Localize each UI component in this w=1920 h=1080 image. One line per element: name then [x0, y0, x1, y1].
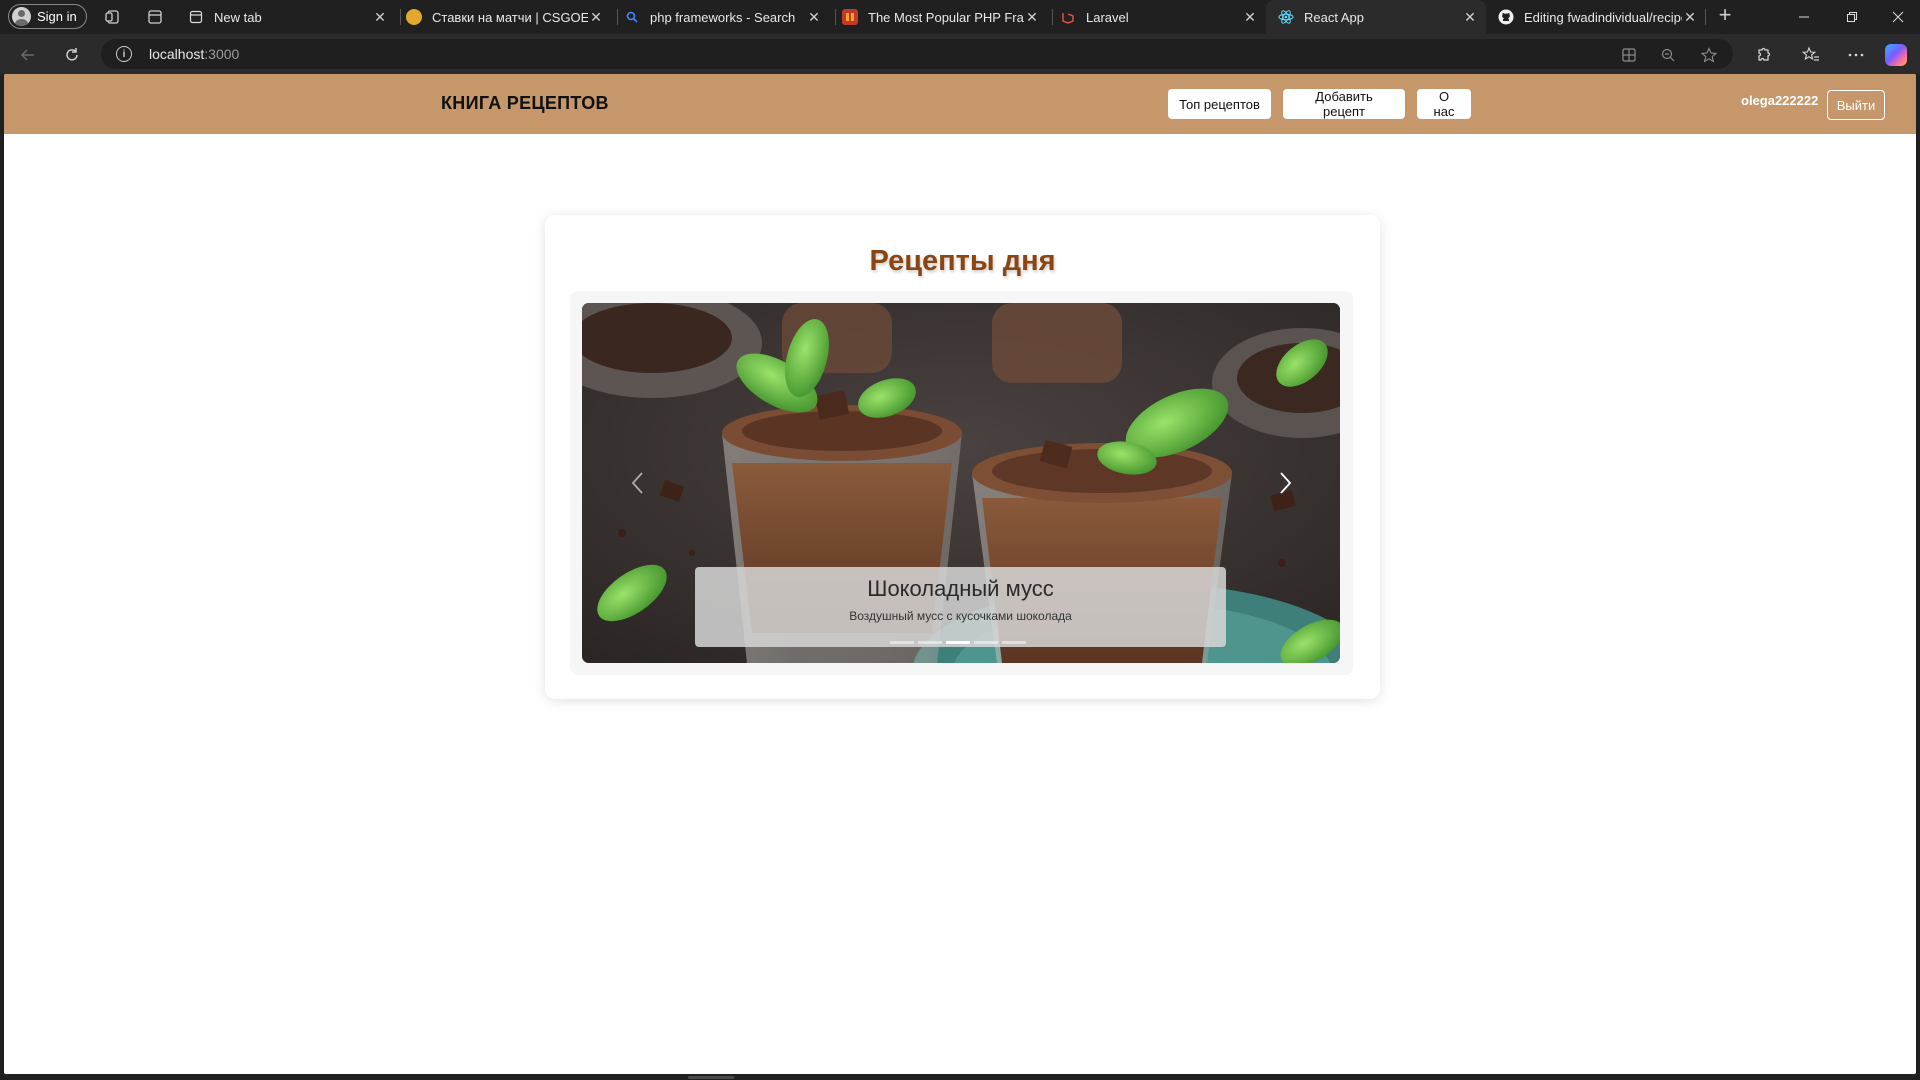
browser-tab-github[interactable]: Editing fwadindividual/recipe ✕ [1486, 0, 1706, 34]
logout-button[interactable]: Выйти [1827, 90, 1885, 120]
tab-label: Ставки на матчи | CSGOEmpire [432, 9, 588, 25]
close-icon[interactable]: ✕ [806, 9, 822, 26]
app-available-icon[interactable] [1619, 45, 1639, 65]
recipes-of-the-day-card: Рецепты дня Шоколадный мусс Воздушный му… [545, 215, 1380, 699]
page-icon [188, 9, 204, 25]
app-header: КНИГА РЕЦЕПТОВ Топ рецептов Добавить рец… [4, 74, 1916, 134]
tab-label: php frameworks - Search [650, 9, 796, 25]
tab-label: React App [1304, 9, 1364, 25]
tab-actions-icon[interactable] [145, 7, 165, 27]
tab-label: Laravel [1086, 9, 1129, 25]
search-icon [624, 9, 640, 25]
url-text: localhost:3000 [149, 46, 240, 62]
carousel-indicators [890, 641, 1026, 644]
window-bottom-edge [0, 1074, 1920, 1080]
close-window-icon[interactable] [1876, 0, 1920, 34]
browser-tab-laravel[interactable]: Laravel ✕ [1048, 0, 1266, 34]
browser-tab-csgoempire[interactable]: Ставки на матчи | CSGOEmpire ✕ [394, 0, 612, 34]
article-icon [842, 9, 858, 25]
slide-title: Шоколадный мусс [867, 576, 1054, 601]
browser-tab-php-frameworks[interactable]: The Most Popular PHP Frameworks ✕ [830, 0, 1048, 34]
browser-tab-react-app[interactable]: React App ✕ [1266, 0, 1486, 34]
carousel-indicator[interactable] [918, 641, 942, 644]
tab-label: Editing fwadindividual/recipe [1524, 9, 1682, 25]
restore-icon[interactable] [1830, 0, 1874, 34]
sign-in-button[interactable]: Sign in [8, 4, 87, 29]
zoom-icon[interactable] [1658, 45, 1678, 65]
profile-icon [12, 7, 31, 26]
add-recipe-button[interactable]: Добавить рецепт [1283, 89, 1405, 119]
close-icon[interactable]: ✕ [1024, 9, 1040, 26]
browser-tab-strip: Sign in New tab ✕ Ставки на матчи | CSGO… [0, 0, 1920, 34]
csgoempire-icon [406, 9, 422, 25]
top-recipes-button[interactable]: Топ рецептов [1168, 89, 1271, 119]
new-tab-icon[interactable]: + [1715, 2, 1735, 27]
carousel-next-button[interactable] [1265, 463, 1305, 503]
close-icon[interactable]: ✕ [1682, 9, 1698, 26]
carousel-indicator[interactable] [890, 641, 914, 644]
carousel-prev-button[interactable] [618, 463, 658, 503]
tab-label: New tab [214, 9, 262, 25]
close-icon[interactable]: ✕ [1242, 9, 1258, 26]
page-title: Рецепты дня [869, 245, 1056, 277]
tab-label: The Most Popular PHP Frameworks [868, 9, 1024, 25]
about-button[interactable]: О нас [1417, 89, 1471, 119]
laravel-icon [1060, 9, 1076, 25]
react-icon [1278, 9, 1294, 25]
favorites-icon[interactable] [1800, 44, 1822, 66]
recipe-carousel: Шоколадный мусс Воздушный мусс с кусочка… [582, 303, 1340, 663]
close-icon[interactable]: ✕ [588, 9, 604, 26]
browser-tab-php-search[interactable]: php frameworks - Search ✕ [612, 0, 830, 34]
username: olega222222 [1741, 93, 1819, 108]
copilot-icon[interactable] [1885, 44, 1907, 66]
slide-description: Воздушный мусс с кусочками шоколада [849, 609, 1072, 623]
back-arrow-icon[interactable] [16, 43, 40, 67]
workspaces-icon[interactable] [103, 7, 123, 27]
carousel-container: Шоколадный мусс Воздушный мусс с кусочка… [570, 291, 1353, 675]
carousel-indicator[interactable] [1002, 641, 1026, 644]
app-logo[interactable]: КНИГА РЕЦЕПТОВ [441, 93, 609, 114]
page-viewport: КНИГА РЕЦЕПТОВ Топ рецептов Добавить рец… [4, 74, 1916, 1074]
slide-caption: Шоколадный мусс Воздушный мусс с кусочка… [695, 567, 1226, 647]
chevron-left-icon [631, 472, 643, 494]
carousel-indicator[interactable] [946, 641, 970, 644]
close-icon[interactable]: ✕ [1462, 9, 1478, 26]
more-menu-icon[interactable] [1845, 44, 1867, 66]
carousel-indicator[interactable] [974, 641, 998, 644]
close-icon[interactable]: ✕ [372, 9, 388, 26]
address-bar[interactable]: i localhost:3000 [101, 39, 1733, 69]
chevron-right-icon [1280, 472, 1292, 494]
extensions-icon[interactable] [1752, 44, 1774, 66]
browser-toolbar: i localhost:3000 [0, 34, 1920, 74]
github-icon [1498, 9, 1514, 25]
browser-tab-new-tab[interactable]: New tab ✕ [176, 0, 396, 34]
sign-in-label: Sign in [37, 9, 77, 24]
minimize-icon[interactable] [1782, 0, 1826, 34]
favorite-star-icon[interactable] [1699, 45, 1719, 65]
reload-icon[interactable] [60, 43, 84, 67]
site-info-icon[interactable]: i [116, 46, 132, 62]
